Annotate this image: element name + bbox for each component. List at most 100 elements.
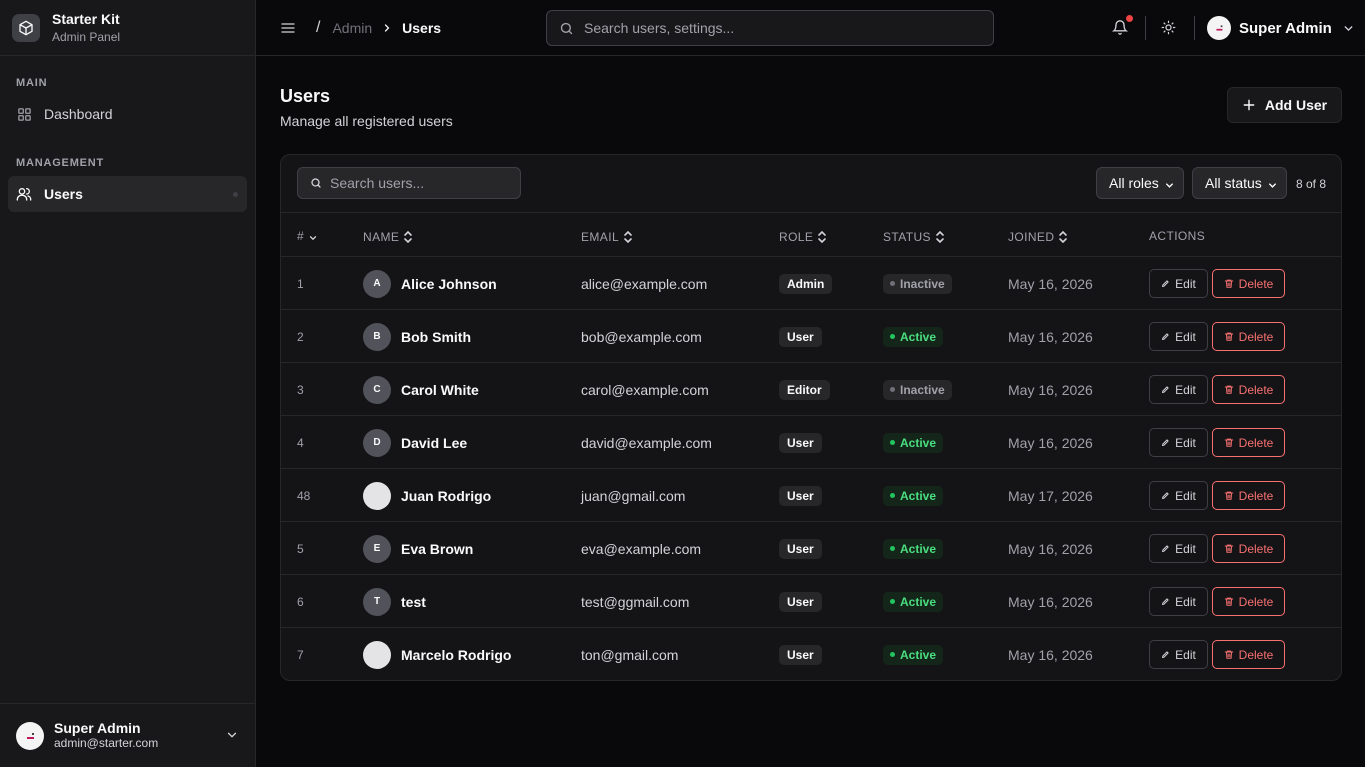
delete-button[interactable]: Delete [1212,322,1285,351]
sort-icon [817,229,827,245]
joined-date: May 16, 2026 [1008,275,1093,292]
menu-icon[interactable] [280,20,296,39]
column-header-email[interactable]: EMAIL [581,229,633,245]
sidebar-user-menu[interactable]: Super Admin admin@starter.com [0,703,255,767]
column-label: JOINED [1008,230,1055,244]
search-icon [310,177,322,189]
user-email: juan@gmail.com [581,487,686,504]
status-cell: Active [883,522,944,575]
role-badge: User [779,538,822,559]
brand[interactable]: Starter Kit Admin Panel [0,0,255,56]
status-cell: Active [883,416,944,469]
row-id: 6 [297,594,304,609]
delete-button[interactable]: Delete [1212,587,1285,616]
edit-button[interactable]: Edit [1149,481,1208,510]
status-badge: Active [883,591,944,612]
delete-button[interactable]: Delete [1212,640,1285,669]
row-actions: Edit Delete [1149,628,1285,680]
table-search[interactable] [297,167,521,199]
column-header-joined[interactable]: JOINED [1008,229,1068,245]
chevron-down-icon [1164,178,1175,194]
sidebar-item-dashboard[interactable]: Dashboard [8,96,247,132]
table-header: # NAME EMAIL ROLE STATUS JOINED ACTIONS [281,213,1341,257]
role-badge: Admin [779,273,833,294]
column-header-num[interactable]: # [297,229,318,243]
role-cell: User [779,522,822,575]
status-label: Active [900,541,937,556]
delete-button[interactable]: Delete [1212,534,1285,563]
header-user-menu[interactable]: Super Admin [1207,16,1355,40]
column-header-status[interactable]: STATUS [883,229,945,245]
status-dot [890,493,895,498]
role-badge: Editor [779,379,830,400]
row-actions: Edit Delete [1149,575,1285,628]
delete-button[interactable]: Delete [1212,481,1285,510]
sun-icon[interactable] [1161,20,1176,38]
bell-icon[interactable] [1111,15,1133,37]
edit-button[interactable]: Edit [1149,269,1208,298]
delete-label: Delete [1238,541,1274,556]
users-icon [16,186,32,202]
edit-button[interactable]: Edit [1149,428,1208,457]
table-search-input[interactable] [330,175,510,191]
status-badge: Active [883,326,944,347]
avatar: A [363,269,391,298]
edit-button[interactable]: Edit [1149,375,1208,404]
status-cell: Inactive [883,363,952,416]
status-dot [890,334,895,339]
delete-button[interactable]: Delete [1212,428,1285,457]
delete-label: Delete [1238,329,1274,344]
user-cell: D David Lee [363,416,467,469]
user-name: Alice Johnson [401,275,497,292]
delete-label: Delete [1238,276,1274,291]
role-filter-select[interactable]: All roles [1096,167,1184,199]
table-body: 1 A Alice Johnson alice@example.com Admi… [281,257,1341,680]
user-email: alice@example.com [581,275,708,292]
edit-button[interactable]: Edit [1149,534,1208,563]
pencil-icon [1161,491,1170,500]
user-cell: C Carol White [363,363,479,416]
table-row: 7 Marcelo Rodrigo ton@gmail.com User Act… [281,628,1341,680]
table-row: 2 B Bob Smith bob@example.com User Activ… [281,310,1341,363]
column-header-name[interactable]: NAME [363,229,413,245]
topbar: / Admin Users Super Admin [256,0,1365,56]
pencil-icon [1161,438,1170,447]
edit-button[interactable]: Edit [1149,640,1208,669]
role-cell: Editor [779,363,830,416]
role-badge: User [779,644,822,665]
role-badge: User [779,432,822,453]
global-search[interactable] [546,10,994,46]
breadcrumb-admin[interactable]: Admin [332,20,372,36]
notification-badge [1126,15,1133,22]
trash-icon [1224,543,1234,554]
global-search-input[interactable] [584,20,964,36]
delete-label: Delete [1238,594,1274,609]
user-cell: Marcelo Rodrigo [363,628,511,680]
edit-button[interactable]: Edit [1149,322,1208,351]
row-id: 5 [297,541,304,556]
user-cell: E Eva Brown [363,522,473,575]
pencil-icon [1161,597,1170,606]
avatar [1207,16,1231,40]
joined-date: May 16, 2026 [1008,593,1093,610]
chevron-down-icon [1267,178,1278,194]
trash-icon [1224,331,1234,342]
column-label: ACTIONS [1149,229,1206,243]
sort-desc-icon [308,229,318,243]
delete-button[interactable]: Delete [1212,375,1285,404]
column-header-role[interactable]: ROLE [779,229,827,245]
status-label: Inactive [900,276,945,291]
add-user-label: Add User [1264,97,1328,113]
avatar: E [363,534,391,563]
delete-button[interactable]: Delete [1212,269,1285,298]
edit-button[interactable]: Edit [1149,587,1208,616]
status-filter-select[interactable]: All status [1192,167,1287,199]
column-header-actions: ACTIONS [1149,229,1205,243]
section-label-management: MANAGEMENT [16,157,105,169]
row-id: 48 [297,488,311,503]
sidebar-item-users[interactable]: Users [8,176,247,212]
add-user-button[interactable]: Add User [1227,87,1342,123]
role-cell: Admin [779,257,833,310]
status-badge: Inactive [883,273,952,294]
status-label: Active [900,435,937,450]
